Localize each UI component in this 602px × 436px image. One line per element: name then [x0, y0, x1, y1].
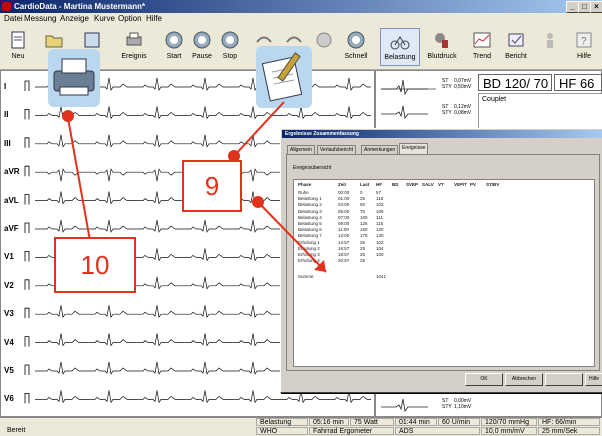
callout-9: 9: [182, 160, 242, 212]
callout-pointers: [62, 101, 327, 273]
callout-10: 10: [54, 237, 136, 293]
